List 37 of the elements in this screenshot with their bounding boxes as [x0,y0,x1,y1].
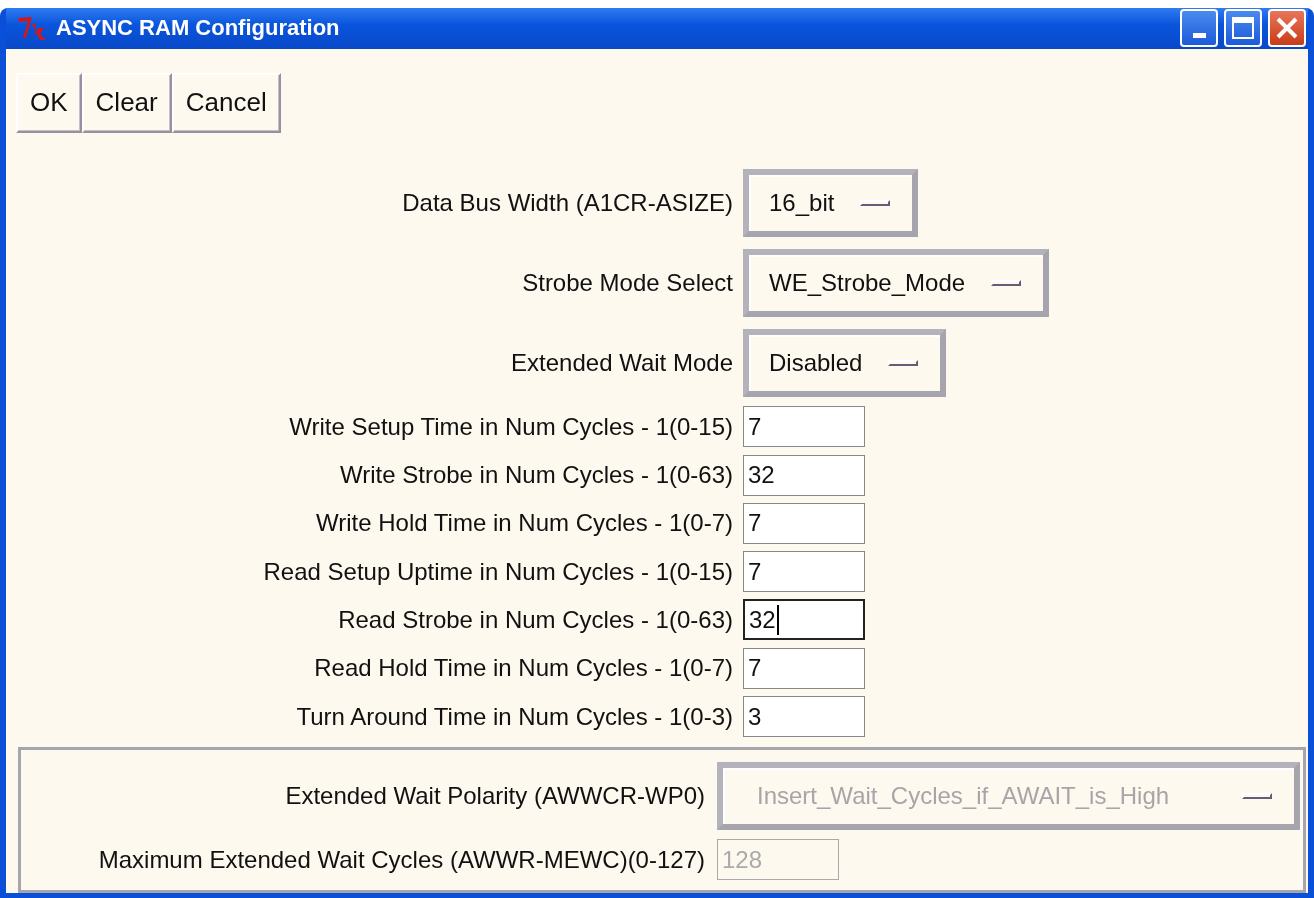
dropdown-indicator-icon [1242,792,1272,799]
dialog-button[interactable]: Cancel [171,72,281,133]
dropdown[interactable]: 16_bit [743,168,919,237]
minimize-icon [1192,32,1206,38]
maximize-button[interactable] [1224,9,1262,48]
close-button[interactable] [1268,9,1306,48]
dialog-button[interactable]: OK [16,72,82,133]
dropdown-indicator-icon [860,199,891,206]
input-field[interactable]: 32 [743,599,865,641]
input-field[interactable]: 7 [743,406,865,448]
field-label: Read Setup Uptime in Num Cycles - 1(0-15) [263,557,733,586]
dropdown-indicator-icon [888,359,919,366]
field-label: Write Setup Time in Num Cycles - 1(0-15) [289,412,733,441]
input-field[interactable]: 32 [743,454,865,496]
dialog-button[interactable]: Clear [81,72,172,133]
input-field[interactable]: 3 [743,696,865,738]
field-label: Data Bus Width (A1CR-ASIZE) [402,188,733,217]
minimize-button[interactable] [1180,9,1218,48]
input-field[interactable]: 7 [743,551,865,593]
field-label: Maximum Extended Wait Cycles (AWWR-MEWC)(0-127) [98,845,705,874]
field-label: Extended Wait Polarity (AWWCR-WP0) [285,781,705,810]
input-field[interactable]: 7 [743,502,865,544]
field-label: Read Hold Time in Num Cycles - 1(0-7) [314,654,733,683]
field-label: Write Strobe in Num Cycles - 1(0-63) [340,461,733,490]
field-label: Write Hold Time in Num Cycles - 1(0-7) [316,509,733,538]
maximize-icon [1231,16,1255,41]
field-label: Turn Around Time in Num Cycles - 1(0-3) [296,702,733,731]
field-label: Strobe Mode Select [522,268,733,297]
dropdown-indicator-icon [991,279,1022,286]
field-label: Extended Wait Mode [511,348,733,377]
field-label: Read Strobe in Num Cycles - 1(0-63) [338,605,733,634]
dropdown[interactable]: Disabled [743,328,947,397]
window-title: ASYNC RAM Configuration [56,15,341,42]
dropdown[interactable]: WE_Strobe_Mode [743,248,1050,317]
input-field[interactable]: 7 [743,647,865,689]
text-cursor [776,604,779,635]
close-icon [1275,16,1299,41]
